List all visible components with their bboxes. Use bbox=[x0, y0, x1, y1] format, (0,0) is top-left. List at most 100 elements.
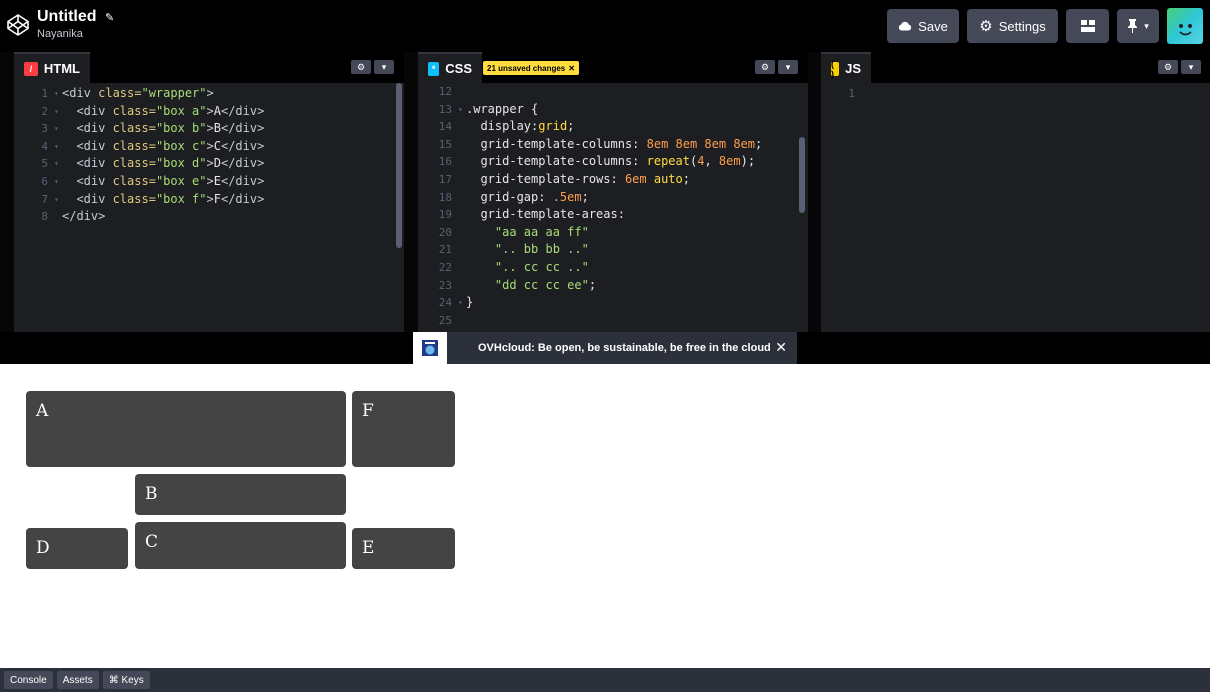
fold-arrow-icon[interactable]: ▾ bbox=[54, 138, 62, 156]
fold-arrow-icon[interactable]: ▾ bbox=[54, 85, 62, 103]
css-editor-tab[interactable]: * CSS bbox=[418, 52, 482, 83]
line-number: 18 bbox=[438, 190, 452, 204]
code-token: "aa aa aa ff" bbox=[494, 224, 589, 239]
html-editor-scrollbar[interactable] bbox=[396, 83, 402, 248]
js-settings-button[interactable]: ⚙ bbox=[1158, 60, 1178, 74]
code-token: , bbox=[704, 154, 719, 169]
code-line[interactable]: 16 grid-template-columns: repeat(4, 8em)… bbox=[418, 153, 762, 171]
code-token: : bbox=[538, 189, 553, 204]
chevron-down-icon: ▾ bbox=[1144, 20, 1149, 31]
line-number: 19 bbox=[438, 208, 452, 222]
fold-arrow-icon[interactable]: ▾ bbox=[54, 120, 62, 138]
code-line[interactable]: 5 ▾ <div class= "box d" > D </div> bbox=[14, 155, 264, 173]
code-line[interactable]: 1 ▾ <div class= "wrapper" > bbox=[14, 85, 264, 103]
code-line[interactable]: 20 "aa aa aa ff" bbox=[418, 224, 762, 242]
result-preview: A F B C D E bbox=[0, 364, 1210, 668]
user-avatar[interactable] bbox=[1167, 8, 1203, 44]
pen-title[interactable]: Untitled bbox=[37, 8, 97, 25]
keys-button[interactable]: ⌘ Keys bbox=[102, 671, 150, 689]
code-token: class= bbox=[112, 121, 156, 136]
line-number: 15 bbox=[438, 137, 452, 151]
layout-icon bbox=[1080, 20, 1095, 32]
ad-text[interactable]: OVHcloud: Be open, be sustainable, be fr… bbox=[478, 342, 771, 354]
css-settings-button[interactable]: ⚙ bbox=[755, 60, 775, 74]
gear-icon: ⚙ bbox=[979, 18, 993, 35]
close-icon[interactable]: ✕ bbox=[775, 339, 787, 356]
fold-arrow-icon[interactable]: ▾ bbox=[54, 191, 62, 209]
fold-arrow-icon[interactable]: ▾ bbox=[54, 103, 62, 121]
code-line[interactable]: 4 ▾ <div class= "box c" > C </div> bbox=[14, 138, 264, 156]
save-label: Save bbox=[918, 18, 948, 34]
pencil-icon[interactable]: ✎ bbox=[105, 12, 114, 24]
code-line[interactable]: 25 bbox=[418, 312, 762, 330]
code-line[interactable]: 8 </div> bbox=[14, 208, 264, 226]
code-token: repeat bbox=[646, 154, 690, 169]
code-line[interactable]: 6 ▾ <div class= "box e" > E </div> bbox=[14, 173, 264, 191]
code-line[interactable]: 14 display: grid; bbox=[418, 118, 762, 136]
code-line[interactable]: 18 grid-gap: .5em; bbox=[418, 189, 762, 207]
html-settings-button[interactable]: ⚙ bbox=[351, 60, 371, 74]
line-number: 25 bbox=[438, 313, 452, 327]
code-token: "box f" bbox=[155, 191, 207, 206]
js-code-editor[interactable]: 1 bbox=[821, 85, 869, 103]
close-icon[interactable]: ✕ bbox=[568, 64, 575, 73]
code-line[interactable]: 22 ".. cc cc .." bbox=[418, 259, 762, 277]
code-token: 8em 8em 8em 8em bbox=[646, 136, 755, 151]
js-collapse-button[interactable]: ▾ bbox=[1181, 60, 1201, 74]
code-token: <div bbox=[76, 191, 113, 206]
code-line[interactable]: 17 grid-template-rows: 6em auto; bbox=[418, 171, 762, 189]
change-view-button[interactable] bbox=[1066, 9, 1109, 43]
code-line[interactable]: 21 ".. bb bb .." bbox=[418, 241, 762, 259]
assets-button[interactable]: Assets bbox=[56, 671, 99, 689]
code-line[interactable]: 2 ▾ <div class= "box a" > A </div> bbox=[14, 103, 264, 121]
fold-arrow-icon[interactable]: ▾ bbox=[54, 173, 62, 191]
css-code-editor[interactable]: 12 13 ▾ .wrapper {14 display: grid; 15 grid-t… bbox=[418, 83, 762, 329]
code-line[interactable]: 7 ▾ <div class= "box f" > F </div> bbox=[14, 191, 264, 209]
code-token: class= bbox=[98, 86, 142, 100]
code-line[interactable]: 13 ▾ .wrapper { bbox=[418, 101, 762, 119]
html-code-editor[interactable]: 1 ▾ <div class= "wrapper" >2 ▾ <div class= "bo… bbox=[14, 85, 264, 226]
codepen-logo-icon[interactable] bbox=[6, 13, 30, 37]
unsaved-changes-badge[interactable]: 21 unsaved changes ✕ bbox=[483, 61, 579, 75]
code-line[interactable]: 19 grid-template-areas: bbox=[418, 206, 762, 224]
code-token: { bbox=[531, 101, 539, 116]
code-token: grid-template-areas bbox=[480, 207, 618, 222]
code-line[interactable]: 15 grid-template-columns: 8em 8em 8em 8e… bbox=[418, 136, 762, 154]
html-collapse-button[interactable]: ▾ bbox=[374, 60, 394, 74]
pen-title-area: Untitled ✎ Nayanika bbox=[37, 8, 114, 40]
console-button[interactable]: Console bbox=[4, 671, 53, 689]
html-editor-header: / HTML ⚙ ▾ bbox=[14, 52, 404, 83]
js-editor-tab[interactable]: ( ) JS bbox=[821, 52, 871, 83]
code-line[interactable]: 3 ▾ <div class= "box b" > B </div> bbox=[14, 120, 264, 138]
ad-banner[interactable]: OVHcloud: Be open, be sustainable, be fr… bbox=[413, 332, 797, 364]
code-token: ; bbox=[682, 171, 690, 186]
js-icon: ( ) bbox=[831, 59, 840, 79]
code-line[interactable]: 12 bbox=[418, 83, 762, 101]
pen-author[interactable]: Nayanika bbox=[37, 28, 114, 40]
html-editor-tab[interactable]: / HTML bbox=[14, 52, 90, 83]
css-editor-header: * CSS 21 unsaved changes ✕ ⚙ ▾ bbox=[418, 52, 808, 83]
code-token: ; bbox=[588, 277, 597, 292]
code-line[interactable]: 1 bbox=[821, 85, 869, 103]
code-token: E bbox=[213, 173, 221, 188]
settings-label: Settings bbox=[998, 18, 1046, 34]
chevron-down-icon: ▾ bbox=[381, 61, 387, 72]
fold-arrow-icon[interactable]: ▾ bbox=[458, 101, 466, 119]
css-editor-scrollbar[interactable] bbox=[799, 137, 805, 213]
code-line[interactable]: 23 "dd cc cc ee"; bbox=[418, 277, 762, 295]
pin-menu-button[interactable]: ▾ bbox=[1117, 9, 1159, 43]
css-collapse-button[interactable]: ▾ bbox=[778, 60, 798, 74]
code-line[interactable]: 24 ▾} bbox=[418, 294, 762, 312]
code-token: > bbox=[206, 121, 214, 136]
fold-arrow-icon[interactable]: ▾ bbox=[458, 294, 466, 312]
fold-arrow-icon[interactable]: ▾ bbox=[54, 155, 62, 173]
app-header: Untitled ✎ Nayanika Save ⚙ Settings ▾ bbox=[0, 0, 1210, 52]
save-button[interactable]: Save bbox=[887, 9, 959, 43]
settings-button[interactable]: ⚙ Settings bbox=[967, 9, 1058, 43]
